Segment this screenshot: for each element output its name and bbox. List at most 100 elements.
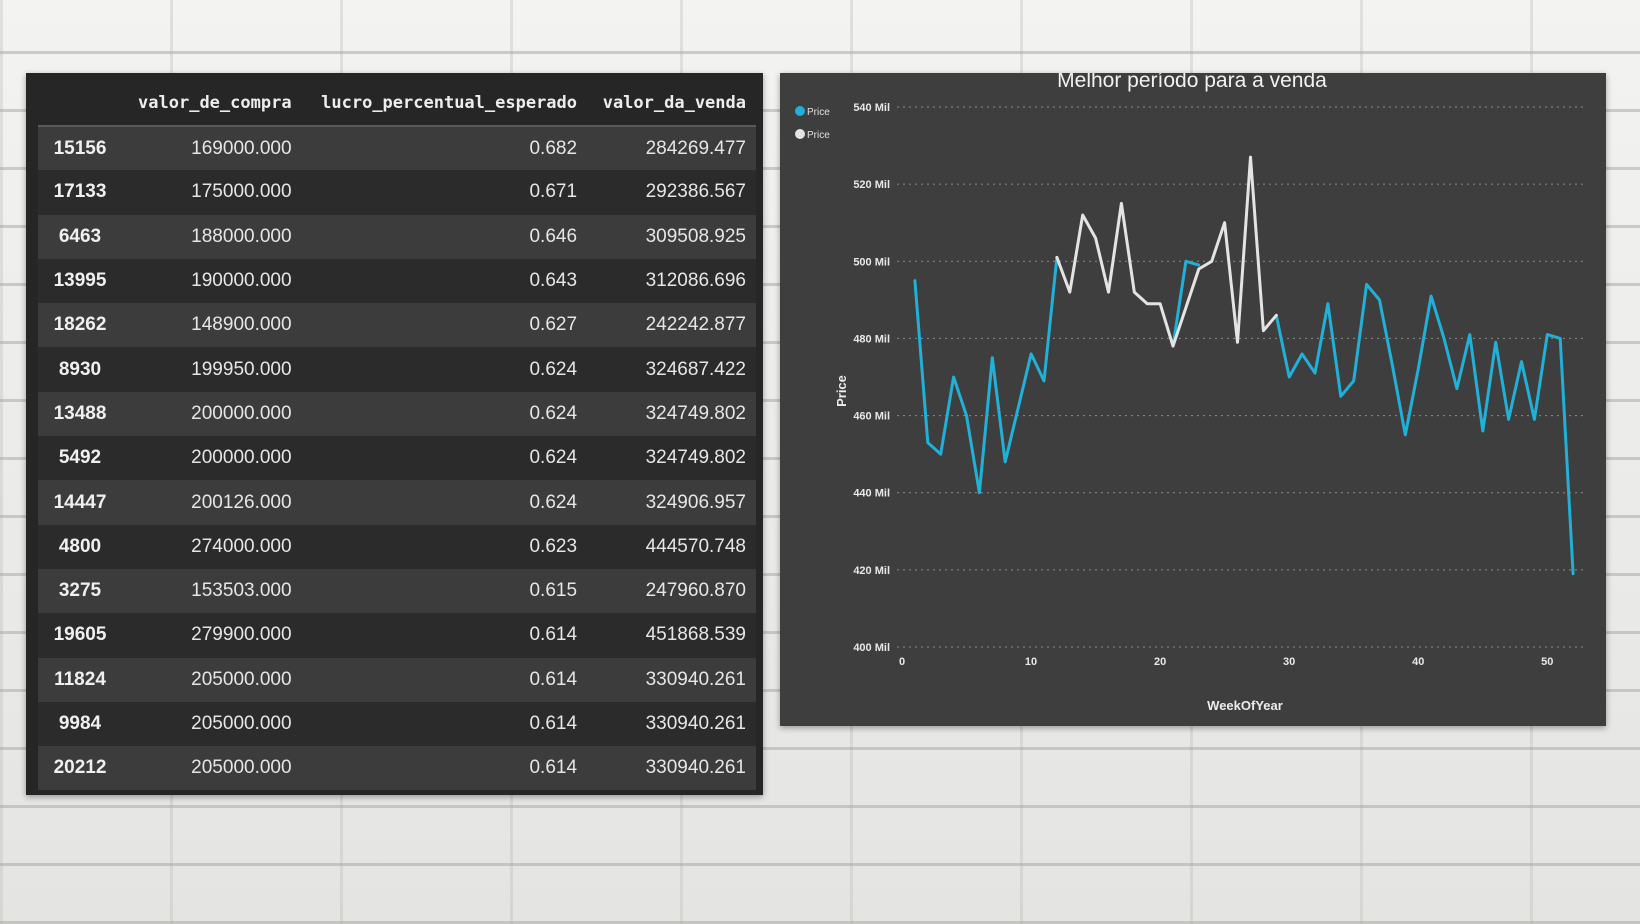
- table-row: 17133 175000.000 0.671 292386.567: [38, 170, 756, 215]
- legend-marker: [795, 106, 805, 116]
- cell-valor-de-compra: 279900.000: [191, 624, 292, 646]
- table-row: 9984 205000.000 0.614 330940.261: [38, 701, 756, 747]
- cell-valor-de-compra: 199950.000: [191, 358, 292, 380]
- y-tick-label: 440 Mil: [853, 488, 890, 500]
- cell-valor-da-venda: 324687.422: [645, 358, 746, 380]
- cell-valor-da-venda: 324749.802: [645, 447, 746, 469]
- table-row: 15156 169000.000 0.682 284269.477: [38, 126, 756, 171]
- row-index: 19605: [53, 624, 107, 646]
- table-row: 13995 190000.000 0.643 312086.696: [38, 258, 756, 304]
- y-tick-label: 540 Mil: [853, 102, 890, 114]
- column-header-valor-da-venda: valor_da_venda: [587, 81, 756, 127]
- x-tick-label: 0: [899, 656, 905, 668]
- cell-valor-da-venda: 309508.925: [645, 225, 746, 247]
- cell-valor-da-venda: 324749.802: [645, 402, 746, 424]
- x-tick-label: 50: [1541, 656, 1553, 668]
- table-row: 13488 200000.000 0.624 324749.802: [38, 391, 756, 437]
- cell-valor-da-venda: 247960.870: [645, 580, 746, 602]
- table-row: 8930 199950.000 0.624 324687.422: [38, 347, 756, 392]
- x-tick-label: 40: [1412, 656, 1424, 668]
- cell-valor-de-compra: 153503.000: [191, 580, 292, 602]
- y-tick-label: 420 Mil: [853, 565, 890, 577]
- row-index: 4800: [58, 535, 102, 557]
- y-tick-label: 400 Mil: [853, 642, 890, 654]
- chart-title: Melhor período para a venda: [1057, 73, 1327, 92]
- cell-valor-da-venda: 330940.261: [645, 668, 746, 690]
- cell-valor-da-venda: 292386.567: [645, 181, 746, 203]
- cell-valor-da-venda: 330940.261: [645, 757, 746, 779]
- cell-lucro-percentual: 0.624: [529, 402, 578, 424]
- x-tick-label: 20: [1154, 656, 1166, 668]
- y-axis-title: Price: [834, 375, 849, 407]
- cell-valor-da-venda: 324906.957: [645, 491, 746, 513]
- table-row: 3275 153503.000 0.615 247960.870: [38, 568, 756, 614]
- cell-valor-de-compra: 274000.000: [191, 535, 292, 557]
- cell-valor-de-compra: 188000.000: [191, 225, 292, 247]
- y-tick-label: 500 Mil: [853, 256, 890, 268]
- cell-lucro-percentual: 0.615: [529, 580, 578, 602]
- cell-valor-da-venda: 444570.748: [645, 535, 746, 557]
- cell-lucro-percentual: 0.623: [529, 535, 578, 557]
- row-index: 15156: [53, 137, 107, 159]
- cell-valor-da-venda: 242242.877: [645, 314, 746, 336]
- row-index: 3275: [58, 580, 102, 602]
- row-index: 13995: [53, 270, 107, 292]
- table-row: 5492 200000.000 0.624 324749.802: [38, 436, 756, 481]
- y-tick-label: 480 Mil: [853, 333, 890, 345]
- chart-panel: Melhor período para a venda 400 Mil 420 M…: [780, 73, 1606, 726]
- cell-lucro-percentual: 0.671: [529, 181, 578, 203]
- cell-valor-de-compra: 205000.000: [191, 757, 292, 779]
- y-tick-label: 460 Mil: [853, 411, 890, 423]
- cell-valor-de-compra: 200126.000: [191, 491, 292, 513]
- series-layer: [913, 155, 1575, 576]
- cell-lucro-percentual: 0.682: [529, 137, 578, 159]
- cell-valor-da-venda: 330940.261: [645, 713, 746, 734]
- table-row: 6463 188000.000 0.646 309508.925: [38, 214, 756, 259]
- cell-lucro-percentual: 0.614: [529, 757, 578, 779]
- cell-valor-de-compra: 169000.000: [191, 137, 292, 159]
- legend-label: Price: [807, 130, 830, 141]
- cell-valor-da-venda: 312086.696: [645, 270, 746, 292]
- table-row: 18262 148900.000 0.627 242242.877: [38, 303, 756, 348]
- cell-lucro-percentual: 0.624: [529, 358, 578, 380]
- cell-lucro-percentual: 0.614: [529, 668, 578, 690]
- row-index: 13488: [53, 402, 107, 424]
- row-index: 8930: [58, 358, 102, 380]
- legend-label: Price: [807, 107, 830, 118]
- row-index: 17133: [53, 181, 107, 203]
- cell-lucro-percentual: 0.643: [529, 270, 578, 292]
- legend: Price Price: [795, 106, 830, 141]
- cell-valor-de-compra: 175000.000: [191, 181, 292, 203]
- row-index: 9984: [58, 713, 102, 734]
- table-row: 14447 200126.000 0.624 324906.957: [38, 480, 756, 525]
- cell-valor-de-compra: 205000.000: [191, 713, 292, 734]
- cell-lucro-percentual: 0.614: [529, 713, 578, 734]
- series-line-2: [1055, 155, 1278, 348]
- cell-valor-de-compra: 148900.000: [191, 314, 292, 336]
- row-index: 18262: [53, 314, 107, 336]
- cell-lucro-percentual: 0.627: [529, 314, 578, 336]
- table-header-row: valor_de_compra lucro_percentual_esperad…: [38, 81, 756, 127]
- row-index: 14447: [53, 491, 107, 513]
- row-index: 11824: [54, 668, 106, 690]
- table-row: 11824 205000.000 0.614 330940.261: [38, 657, 756, 702]
- index-header: [38, 81, 122, 127]
- line-chart: Melhor período para a venda 400 Mil 420 M…: [795, 73, 1586, 713]
- row-index: 20212: [53, 757, 107, 779]
- table-row: 4800 274000.000 0.623 444570.748: [38, 524, 756, 569]
- cell-lucro-percentual: 0.646: [529, 225, 578, 247]
- x-tick-label: 10: [1025, 656, 1037, 668]
- cell-valor-de-compra: 190000.000: [191, 270, 292, 292]
- cell-valor-de-compra: 205000.000: [191, 668, 292, 690]
- x-axis-title: WeekOfYear: [1207, 698, 1283, 713]
- x-tick-label: 30: [1283, 656, 1295, 668]
- table-row: 20212 205000.000 0.614 330940.261: [38, 746, 756, 791]
- cell-valor-de-compra: 200000.000: [191, 402, 292, 424]
- row-index: 6463: [58, 225, 102, 247]
- dataframe-panel: valor_de_compra lucro_percentual_esperad…: [26, 73, 763, 795]
- cell-valor-da-venda: 284269.477: [645, 137, 746, 159]
- cell-valor-de-compra: 200000.000: [191, 447, 292, 469]
- cell-lucro-percentual: 0.624: [529, 447, 578, 469]
- y-tick-label: 520 Mil: [853, 179, 890, 191]
- row-index: 5492: [58, 447, 102, 469]
